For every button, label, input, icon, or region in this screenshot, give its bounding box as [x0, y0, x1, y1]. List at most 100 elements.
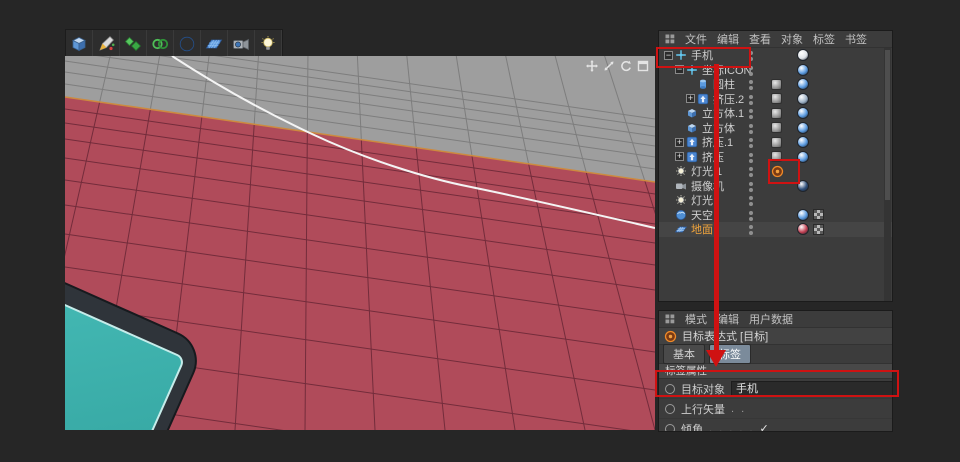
visibility-dots[interactable] [749, 80, 753, 90]
viewport-canvas[interactable] [65, 56, 655, 430]
sky-icon [675, 209, 687, 221]
material-tag-icon[interactable] [797, 107, 809, 119]
menu-bookmark[interactable]: 书签 [845, 31, 867, 47]
texture-tag-icon[interactable] [813, 224, 824, 235]
annotation-box-phone-row [656, 47, 751, 68]
material-tag-icon[interactable] [797, 209, 809, 221]
cube-primitive-tool-button[interactable] [66, 30, 93, 57]
menu-user-data[interactable]: 用户数据 [749, 311, 793, 327]
material-tag-icon[interactable] [797, 93, 809, 105]
field-row-pitch: 倾角 . . . . . ✓ [659, 419, 892, 432]
menu-edit[interactable]: 编辑 [717, 31, 739, 47]
phong-tag-icon[interactable] [771, 137, 782, 148]
object-row-sky[interactable]: 天空 [659, 208, 892, 223]
tag-title: 目标表达式 [目标] [682, 328, 768, 344]
main-toolbar [65, 29, 283, 58]
menu-edit[interactable]: 编辑 [717, 311, 739, 327]
viewport-panel[interactable] [65, 56, 655, 430]
visibility-dots[interactable] [749, 211, 753, 221]
expand-toggle[interactable]: + [675, 152, 684, 161]
application-window: 文件 编辑 查看 对象 标签 书签 − 手机 − 坐标ICON 圆柱 [0, 0, 960, 462]
annotation-box-target-tag [768, 159, 800, 184]
pitch-checkbox[interactable]: ✓ [760, 422, 769, 432]
phong-tag-icon[interactable] [771, 93, 782, 104]
attribute-manager-menubar: 模式 编辑 用户数据 [659, 311, 892, 328]
phong-tag-icon[interactable] [771, 108, 782, 119]
camera-tool-button[interactable] [228, 30, 255, 57]
visibility-dots[interactable] [749, 225, 753, 235]
paint-tool-button[interactable] [93, 30, 120, 57]
visibility-dots[interactable] [749, 124, 753, 134]
material-tag-icon[interactable] [797, 49, 809, 61]
menu-mode[interactable]: 模式 [685, 311, 707, 327]
visibility-dots[interactable] [749, 196, 753, 206]
orbit-icon[interactable] [619, 59, 632, 72]
material-tag-icon[interactable] [797, 136, 809, 148]
dot-leader: . . [731, 403, 746, 415]
visibility-dots[interactable] [749, 153, 753, 163]
cylinder-icon [697, 78, 709, 90]
material-tag-icon[interactable] [797, 78, 809, 90]
menu-object[interactable]: 对象 [781, 31, 803, 47]
object-row-extrude-1[interactable]: + 挤压.1 [659, 135, 892, 150]
phong-tag-icon[interactable] [771, 122, 782, 133]
gem-pair-icon [124, 35, 142, 53]
field-label: 上行矢量 [681, 401, 725, 417]
object-row-cube[interactable]: 立方体 [659, 121, 892, 136]
object-row-cube-1[interactable]: 立方体.1 [659, 106, 892, 121]
visibility-dots[interactable] [749, 182, 753, 192]
camera-icon [675, 180, 687, 192]
plane-tool-button[interactable] [201, 30, 228, 57]
visibility-dots[interactable] [749, 138, 753, 148]
plane-grid-icon [205, 35, 223, 53]
object-label: 地面 [690, 221, 713, 237]
light-icon [675, 194, 687, 206]
ring-tool-button[interactable] [147, 30, 174, 57]
green-rings-icon [151, 35, 169, 53]
visibility-dots[interactable] [749, 95, 753, 105]
menu-file[interactable]: 文件 [685, 31, 707, 47]
viewport-nav-controls [585, 59, 649, 72]
field-label: 倾角 [681, 421, 703, 433]
annotation-arrow-head [706, 350, 726, 367]
object-row-cylinder[interactable]: 圆柱 [659, 77, 892, 92]
gem-tool-button[interactable] [120, 30, 147, 57]
visibility-dots[interactable] [749, 109, 753, 119]
floor-icon [675, 223, 687, 235]
menu-view[interactable]: 查看 [749, 31, 771, 47]
light-bulb-icon [259, 35, 277, 53]
attribute-tabs: 基本 标签 [659, 345, 892, 364]
annotation-box-target-object-field [655, 370, 899, 397]
material-tag-icon[interactable] [797, 223, 809, 235]
cube-icon [686, 107, 698, 119]
texture-tag-icon[interactable] [813, 209, 824, 220]
paint-brush-icon [97, 35, 115, 53]
panel-menu-icon[interactable] [665, 34, 675, 44]
light-tool-button[interactable] [255, 30, 282, 57]
scrollbar[interactable] [884, 48, 891, 301]
menu-tag[interactable]: 标签 [813, 31, 835, 47]
object-row-floor[interactable]: 地面 [659, 222, 892, 237]
dolly-icon[interactable] [602, 59, 615, 72]
camera-icon [232, 35, 250, 53]
maximize-icon[interactable] [636, 59, 649, 72]
object-row-light[interactable]: 灯光 [659, 193, 892, 208]
expand-toggle[interactable]: + [675, 138, 684, 147]
phong-tag-icon[interactable] [771, 79, 782, 90]
material-tag-icon[interactable] [797, 122, 809, 134]
sphere-tool-button[interactable] [174, 30, 201, 57]
keyframe-dot[interactable] [665, 424, 675, 433]
expand-toggle[interactable]: + [686, 94, 695, 103]
cube-primitive-icon [70, 35, 88, 53]
panel-menu-icon[interactable] [665, 314, 675, 324]
visibility-dots[interactable] [749, 167, 753, 177]
material-tag-icon[interactable] [797, 64, 809, 76]
tab-basic[interactable]: 基本 [663, 344, 705, 364]
annotation-arrow-line [714, 64, 719, 350]
keyframe-dot[interactable] [665, 404, 675, 414]
pan-icon[interactable] [585, 59, 598, 72]
object-manager-menubar: 文件 编辑 查看 对象 标签 书签 [659, 31, 892, 48]
target-tag-icon [664, 330, 677, 343]
cube-icon [686, 122, 698, 134]
object-row-extrude-2[interactable]: + 挤压.2 [659, 92, 892, 107]
